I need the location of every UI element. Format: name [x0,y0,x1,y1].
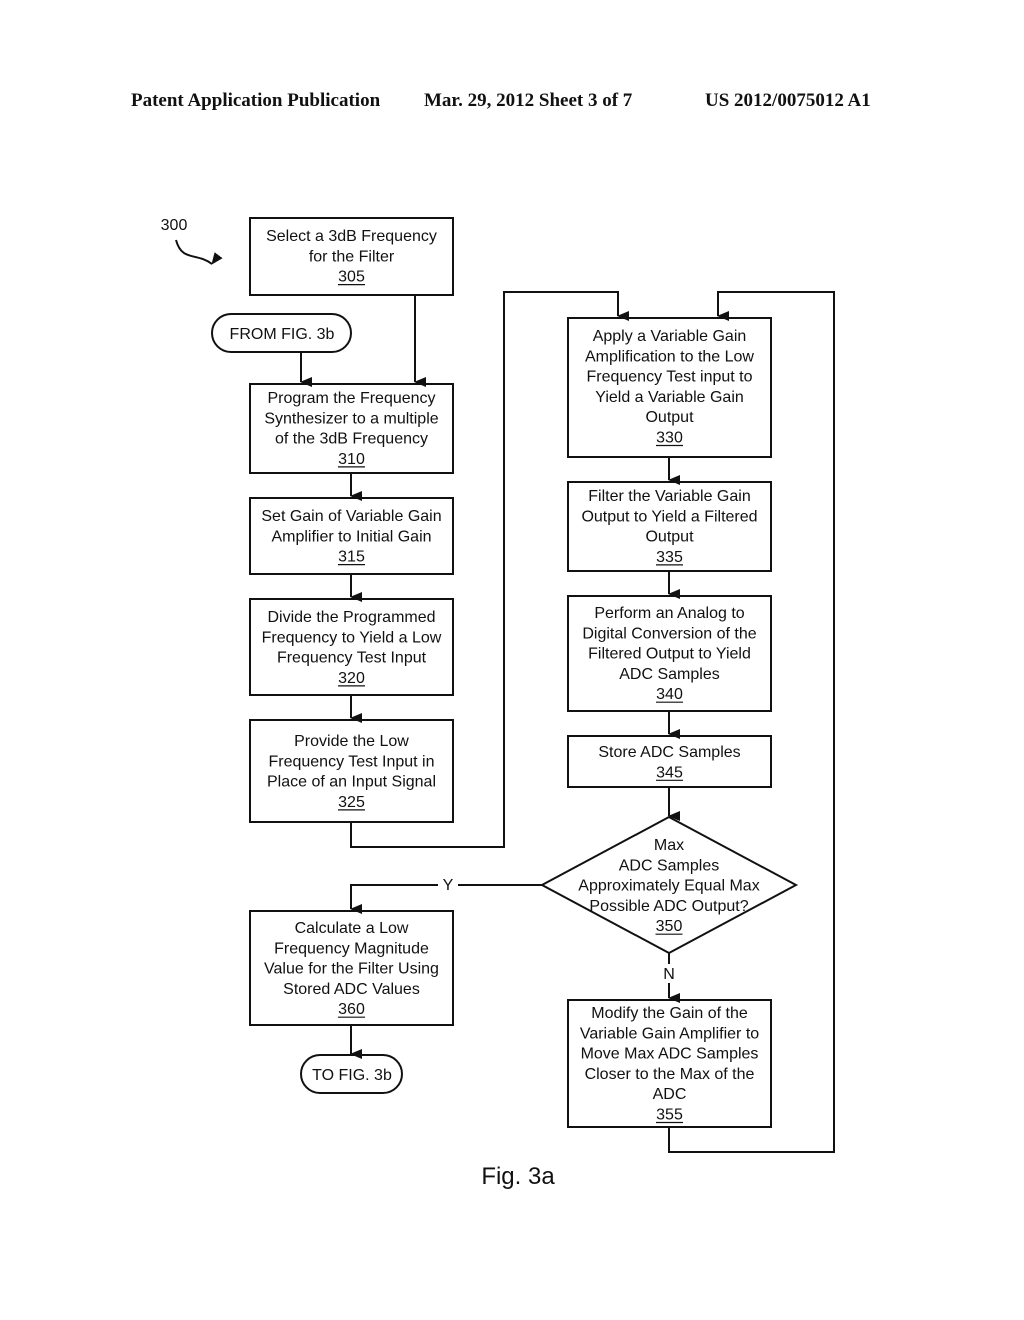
step-text-line: Frequency Test Input in [268,753,434,770]
figure-ref-leader-arrow [175,239,223,265]
step-text-line: Frequency Test input to [586,369,752,386]
step-325-box: Provide the Low Frequency Test Input in Pl… [249,719,454,823]
step-number: 350 [656,918,683,935]
step-330-box: Apply a Variable Gain Amplification to th… [567,317,772,458]
step-text-line: Output to Yield a Filtered [581,508,757,525]
step-320-box: Divide the Programmed Frequency to Yield … [249,598,454,696]
step-355-box: Modify the Gain of the Variable Gain Ampl… [567,999,772,1128]
step-315-box: Set Gain of Variable Gain Amplifier to In… [249,497,454,575]
step-text-line: Synthesizer to a multiple [264,410,438,427]
figure-ref-label: 300 [161,217,188,234]
step-number: 340 [656,686,683,703]
step-text-line: Calculate a Low [295,920,409,937]
step-345-box: Store ADC Samples 345 [567,735,772,788]
flowchart: 300 FROM FIG. 3b TO FIG. 3b Select a 3dB… [161,217,835,1190]
connector-from-label: FROM FIG. 3b [230,326,335,343]
step-text-line: Select a 3dB Frequency [266,228,437,245]
step-number: 305 [338,269,365,286]
step-text-line: Variable Gain Amplifier to [580,1025,759,1042]
step-340-box: Perform an Analog to Digital Conversion o… [567,595,772,712]
step-number: 315 [338,549,365,566]
step-text-line: Set Gain of Variable Gain [261,508,441,525]
step-text-line: Move Max ADC Samples [581,1046,759,1063]
step-text-line: Frequency to Yield a Low [262,629,442,646]
step-text-line: Divide the Programmed [267,609,435,626]
step-text-line: Filter the Variable Gain [588,488,750,505]
step-text-line: Frequency Test Input [277,650,427,667]
step-text-line: Frequency Magnitude [274,940,429,957]
step-text-line: Place of an Input Signal [267,774,436,791]
step-310-box: Program the Frequency Synthesizer to a mu… [249,383,454,474]
connector-to-label: TO FIG. 3b [312,1067,392,1084]
connector-from-fig-3b: FROM FIG. 3b [211,313,352,353]
step-text-line: Closer to the Max of the [585,1066,755,1083]
step-text-line: Program the Frequency [267,390,435,407]
step-text-line: Amplifier to Initial Gain [271,528,431,545]
step-text-line: Amplification to the Low [585,348,754,365]
decision-text-line: ADC Samples [619,857,719,874]
step-305-box: Select a 3dB Frequency for the Filter 305 [249,217,454,296]
step-text-line: ADC [653,1086,687,1103]
step-text-line: of the 3dB Frequency [275,431,428,448]
step-number: 330 [656,430,683,447]
step-number: 335 [656,549,683,566]
connector-to-fig-3b: TO FIG. 3b [300,1054,403,1094]
step-360-box: Calculate a Low Frequency Magnitude Value … [249,910,454,1026]
step-number: 325 [338,794,365,811]
step-text-line: Output [645,529,694,546]
step-text-line: Yield a Variable Gain [595,389,744,406]
branch-yes-label: Y [443,877,454,894]
step-text-line: for the Filter [309,248,395,265]
step-text-line: Digital Conversion of the [582,625,756,642]
step-text-line: ADC Samples [619,666,719,683]
branch-no-label: N [663,966,675,983]
step-number: 310 [338,451,365,468]
step-text-line: Apply a Variable Gain [593,328,747,345]
decision-text-line: Approximately Equal Max [578,878,759,895]
step-number: 360 [338,1001,365,1018]
step-text-line: Store ADC Samples [598,744,740,761]
step-number: 320 [338,670,365,687]
decision-text-line: Possible ADC Output? [589,898,748,915]
step-text-line: Stored ADC Values [283,981,420,998]
step-text-line: Output [645,409,694,426]
step-335-box: Filter the Variable Gain Output to Yield … [567,481,772,572]
step-number: 355 [656,1107,683,1124]
step-text-line: Modify the Gain of the [591,1005,748,1022]
step-text-line: Perform an Analog to [594,605,744,622]
decision-text-line: Max [654,837,684,854]
figure-caption: Fig. 3a [481,1163,555,1190]
step-text-line: Provide the Low [294,733,409,750]
step-text-line: Value for the Filter Using [264,961,439,978]
step-number: 345 [656,764,683,781]
step-text-line: Filtered Output to Yield [588,646,751,663]
